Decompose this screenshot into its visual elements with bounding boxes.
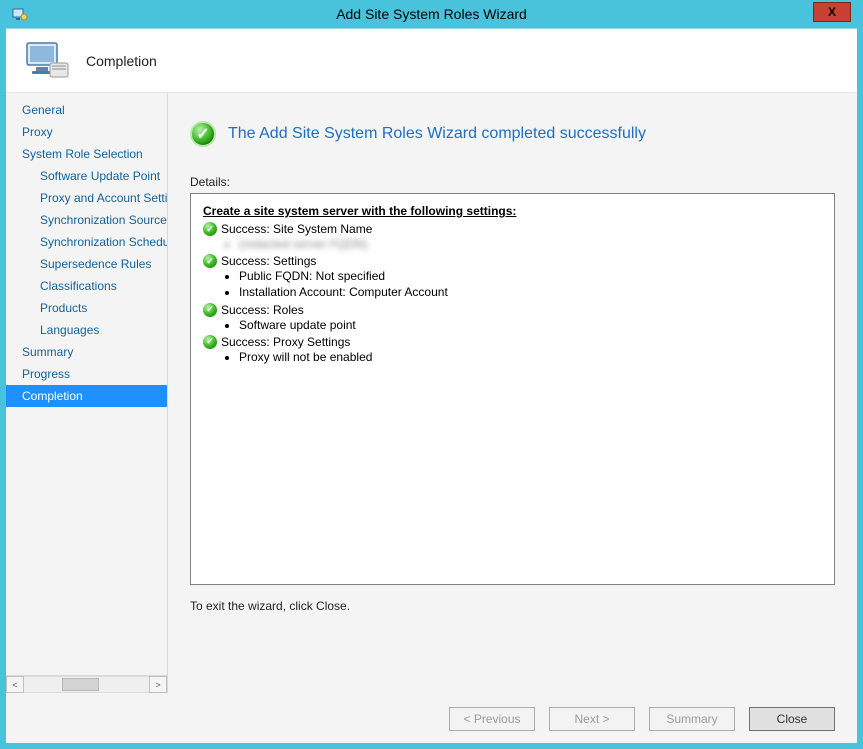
previous-button[interactable]: < Previous	[449, 707, 535, 731]
close-button[interactable]: Close	[749, 707, 835, 731]
success-check-small-icon: ✓	[203, 335, 217, 349]
next-button[interactable]: Next >	[549, 707, 635, 731]
nav-item-proxy-and-account-settings[interactable]: Proxy and Account Settings	[6, 187, 167, 209]
result-row: ✓ Success: Settings	[203, 254, 822, 268]
nav-item-progress[interactable]: Progress	[6, 363, 167, 385]
page-title: Completion	[86, 53, 157, 69]
nav-item-software-update-point[interactable]: Software Update Point	[6, 165, 167, 187]
result-title: Success: Proxy Settings	[221, 335, 350, 349]
body-split: GeneralProxySystem Role SelectionSoftwar…	[6, 93, 857, 693]
result-row: ✓ Success: Roles	[203, 303, 822, 317]
success-check-small-icon: ✓	[203, 303, 217, 317]
computer-icon	[24, 39, 72, 83]
nav-item-completion[interactable]: Completion	[6, 385, 167, 407]
wizard-buttons: < Previous Next > Summary Close	[6, 693, 857, 743]
sidebar: GeneralProxySystem Role SelectionSoftwar…	[6, 93, 168, 693]
result-title: Success: Settings	[221, 254, 316, 268]
scroll-right-button[interactable]: >	[149, 676, 167, 693]
wizard-window: Add Site System Roles Wizard X Completio…	[6, 0, 857, 743]
nav-item-system-role-selection[interactable]: System Role Selection	[6, 143, 167, 165]
result-row: ✓ Success: Proxy Settings	[203, 335, 822, 349]
success-check-small-icon: ✓	[203, 222, 217, 236]
result-bullet: Installation Account: Computer Account	[239, 284, 822, 300]
titlebar: Add Site System Roles Wizard X	[6, 0, 857, 28]
scroll-left-button[interactable]: <	[6, 676, 24, 693]
nav-item-summary[interactable]: Summary	[6, 341, 167, 363]
result-title: Success: Roles	[221, 303, 304, 317]
success-banner: ✓ The Add Site System Roles Wizard compl…	[190, 121, 835, 147]
exit-instruction: To exit the wizard, click Close.	[190, 599, 835, 613]
nav-item-proxy[interactable]: Proxy	[6, 121, 167, 143]
result-row: ✓ Success: Site System Name	[203, 222, 822, 236]
details-box: Create a site system server with the fol…	[190, 193, 835, 585]
window-title: Add Site System Roles Wizard	[6, 6, 857, 22]
summary-button[interactable]: Summary	[649, 707, 735, 731]
nav-item-products[interactable]: Products	[6, 297, 167, 319]
success-message: The Add Site System Roles Wizard complet…	[228, 125, 646, 143]
nav-item-supersedence-rules[interactable]: Supersedence Rules	[6, 253, 167, 275]
result-bullets: Public FQDN: Not specifiedInstallation A…	[239, 268, 822, 300]
wizard-header: Completion	[6, 29, 857, 93]
scroll-track[interactable]	[24, 676, 149, 693]
sidebar-horizontal-scrollbar[interactable]: < >	[6, 675, 167, 693]
result-bullet: Public FQDN: Not specified	[239, 268, 822, 284]
result-bullet: Software update point	[239, 317, 822, 333]
result-bullets: Software update point	[239, 317, 822, 333]
nav-item-classifications[interactable]: Classifications	[6, 275, 167, 297]
success-check-icon: ✓	[190, 121, 216, 147]
settings-heading: Create a site system server with the fol…	[203, 204, 822, 218]
result-title: Success: Site System Name	[221, 222, 372, 236]
result-bullet: Proxy will not be enabled	[239, 349, 822, 365]
scroll-thumb[interactable]	[62, 678, 100, 691]
result-bullet: (redacted server FQDN)	[239, 236, 822, 252]
result-bullets: (redacted server FQDN)	[239, 236, 822, 252]
nav-list: GeneralProxySystem Role SelectionSoftwar…	[6, 93, 167, 675]
nav-item-general[interactable]: General	[6, 99, 167, 121]
nav-item-languages[interactable]: Languages	[6, 319, 167, 341]
details-label: Details:	[190, 175, 835, 189]
content-pane: ✓ The Add Site System Roles Wizard compl…	[168, 93, 857, 693]
result-sections: ✓ Success: Site System Name(redacted serv…	[203, 222, 822, 365]
app-icon	[10, 4, 30, 24]
window-close-button[interactable]: X	[813, 2, 851, 22]
nav-item-synchronization-source[interactable]: Synchronization Source	[6, 209, 167, 231]
result-bullets: Proxy will not be enabled	[239, 349, 822, 365]
success-check-small-icon: ✓	[203, 254, 217, 268]
nav-item-synchronization-schedule[interactable]: Synchronization Schedule	[6, 231, 167, 253]
window-body: Completion GeneralProxySystem Role Selec…	[6, 28, 857, 743]
